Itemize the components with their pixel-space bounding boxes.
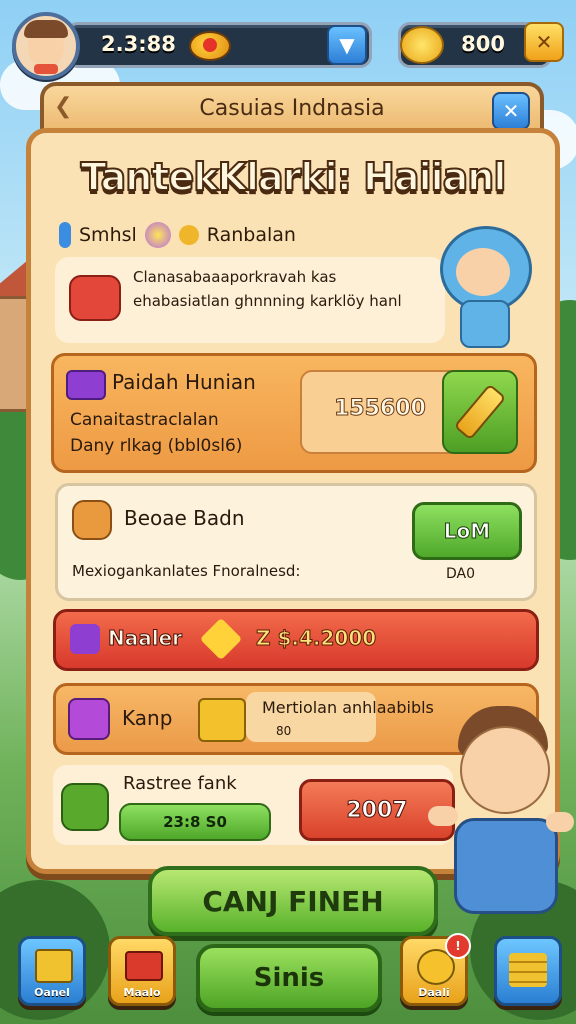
- bonus-side-value: DA0: [446, 566, 476, 582]
- reward-row: Rastree fank 23:8 S0 2007: [53, 765, 455, 845]
- reward-amount: 23:8 S0: [119, 803, 271, 841]
- girl-character: [440, 226, 532, 348]
- star-icon: [199, 617, 243, 661]
- mail-icon: [125, 951, 163, 981]
- nav-box-button[interactable]: Oanel: [18, 936, 86, 1006]
- bag-icon: [69, 275, 121, 321]
- red-banner[interactable]: Naaler Z $.4.2000: [53, 609, 539, 671]
- nav-daily-button[interactable]: Daali !: [400, 933, 471, 1006]
- notification-badge: !: [445, 933, 471, 959]
- offer-title: Paidah Hunian: [112, 370, 256, 394]
- bonus-card: Beoae Badn LoM Mexiogankanlates Fnoralne…: [55, 483, 537, 601]
- bonus-title: Beoae Badn: [124, 506, 245, 530]
- books-icon: [509, 953, 547, 987]
- coin-small-icon: [178, 225, 199, 245]
- player-bar: 2.3:88 ▼: [66, 22, 372, 68]
- offer-card[interactable]: Paidah Hunian Canaitastraclalan Dany rlk…: [51, 353, 537, 473]
- buy-button[interactable]: [442, 370, 518, 454]
- red-banner-value: Z $.4.2000: [255, 626, 377, 651]
- shield-icon: [61, 783, 109, 831]
- player-avatar[interactable]: [12, 12, 80, 80]
- main-action-button[interactable]: CANJ FINEH: [148, 866, 438, 936]
- nav-box-label: Oanel: [34, 986, 70, 999]
- boy-character: [428, 706, 576, 926]
- player-value: 2.3:88: [101, 32, 176, 56]
- nav-center-button[interactable]: Sinis: [196, 944, 382, 1012]
- orb-icon: [68, 698, 110, 740]
- top-hud: 2.3:88 ▼ 800 ✕: [10, 10, 566, 80]
- panel-headline: TantekKlarki: Haiianl: [80, 154, 508, 200]
- coin-value: 800: [461, 32, 505, 56]
- reward-title: Rastree fank: [123, 773, 237, 794]
- kanp-text: Mertiolan anhlaabibls: [262, 698, 434, 717]
- close-button[interactable]: ✕: [492, 92, 530, 130]
- gift-icon: [70, 624, 100, 654]
- ticket-icon: [66, 370, 106, 400]
- ruby-gem-icon: [189, 31, 231, 61]
- offer-desc-2: Dany rlkag (bbl0sl6): [70, 436, 243, 456]
- intro-card: Clanasaba​aaporkravah kas ehabasiatlan g…: [55, 257, 445, 343]
- red-banner-label: Naaler: [107, 626, 183, 651]
- avatar-face-icon: [24, 20, 68, 74]
- panel-title: Casuias Indnasia: [199, 96, 385, 121]
- nav-daily-label: Daali: [418, 986, 450, 999]
- heart-add-button[interactable]: ▼: [327, 25, 367, 65]
- intro-text: Clanasaba​aaporkravah kas ehabasiatlan g…: [133, 268, 402, 310]
- subrow-left-label: Smhsl: [79, 224, 137, 246]
- key-icon: [59, 222, 71, 248]
- bonus-desc: Mexiogankanlates Fnoralnesd:: [72, 562, 301, 580]
- nav-mail-label: Maalo: [123, 986, 161, 999]
- subrow-right-label: Ranbalan: [206, 224, 296, 246]
- kanp-label: Kanp: [122, 706, 173, 730]
- panel-subrow: Smhsl Ranbalan: [59, 219, 296, 251]
- box-icon: [35, 949, 73, 983]
- nav-mail-button[interactable]: Maalo: [108, 936, 176, 1006]
- nav-stack-button[interactable]: [494, 936, 562, 1006]
- wand-icon: [453, 383, 507, 441]
- coin-icon: [400, 26, 444, 64]
- cheese-icon: [198, 698, 246, 742]
- coin-add-button[interactable]: ✕: [524, 22, 564, 62]
- sparkle-icon: [144, 222, 171, 248]
- offer-desc-1: Canaitastraclalan: [70, 410, 219, 430]
- offer-price: 155600: [334, 396, 427, 422]
- cookie-icon: [72, 500, 112, 540]
- bonus-button[interactable]: LoM: [412, 502, 522, 560]
- kanp-small: 80: [276, 724, 292, 738]
